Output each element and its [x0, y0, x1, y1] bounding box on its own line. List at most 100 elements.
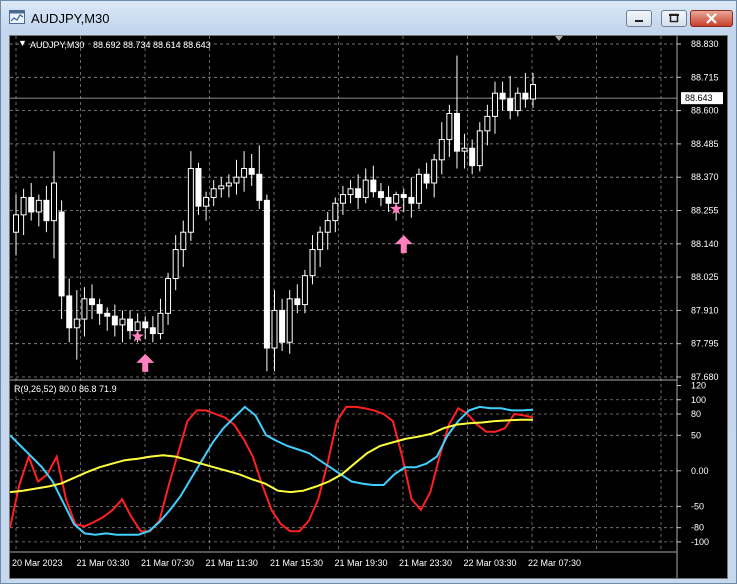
candle-body: [279, 309, 286, 343]
minimize-button[interactable]: [626, 10, 652, 27]
price-tick-label: 88.370: [691, 172, 719, 182]
candle-body: [111, 315, 118, 326]
symbol-label: AUDJPY,M30: [30, 40, 84, 50]
candle-body: [66, 295, 73, 329]
close-icon: [706, 13, 717, 24]
maximize-button[interactable]: [661, 10, 687, 27]
candle-body: [400, 194, 407, 198]
candle-body: [81, 298, 88, 320]
candle-body: [142, 321, 149, 329]
indicator-tick-label: 0.00: [691, 466, 709, 476]
time-tick-label: 22 Mar 03:30: [464, 558, 517, 568]
price-tick-label: 88.485: [691, 139, 719, 149]
chart-area[interactable]: 88.830 88.715 88.600 88.485 88.370 88.255 88.1…: [9, 35, 728, 579]
candle-body: [317, 231, 324, 251]
candle-body: [339, 194, 346, 204]
indicator-tick-label: -80: [691, 523, 704, 533]
candle-body: [127, 318, 134, 332]
candle-body: [149, 327, 156, 335]
maximize-icon: [669, 13, 679, 23]
candle-body: [423, 173, 430, 184]
candle-body: [301, 275, 308, 306]
candle-body: [484, 115, 491, 132]
price-tick-label: 88.600: [691, 106, 719, 116]
indicator-line-slow: [9, 418, 533, 494]
time-tick-label: 21 Mar 07:30: [141, 558, 194, 568]
indicator-tick-label: 50: [691, 430, 701, 440]
ohlc-readout: 88.692 88.734 88.614 88.643: [93, 40, 211, 50]
time-tick-label: 21 Mar 23:30: [399, 558, 452, 568]
price-tick-label: 88.140: [691, 239, 719, 249]
candle-body: [233, 176, 240, 184]
indicator-tick-label: -50: [691, 501, 704, 511]
chart-dropdown-icon[interactable]: ▼: [18, 38, 27, 48]
candle-body: [51, 182, 58, 222]
minimize-icon: [635, 20, 643, 22]
candle-body: [499, 92, 506, 100]
candle-body: [324, 220, 331, 233]
title-bar[interactable]: AUDJPY,M30: [1, 1, 736, 35]
candle-body: [332, 202, 339, 222]
candle-body: [362, 179, 369, 198]
candle-body: [263, 199, 270, 349]
candle-body: [347, 188, 354, 196]
time-tick-label: 21 Mar 19:30: [335, 558, 388, 568]
candle-body: [119, 318, 126, 326]
price-tick-label: 88.025: [691, 272, 719, 282]
candle-body: [225, 182, 232, 187]
price-tick-label: 88.830: [691, 39, 719, 49]
candle-body: [157, 312, 164, 335]
candle-body: [431, 159, 438, 184]
candle-body: [370, 179, 377, 193]
candle-body: [28, 196, 35, 213]
candle-body: [507, 98, 514, 112]
candle-body: [172, 249, 179, 280]
candle-body: [20, 196, 27, 216]
candle-body: [271, 309, 278, 349]
time-tick-label: 20 Mar 2023: [12, 558, 63, 568]
candle-body: [218, 185, 225, 190]
candle-body: [134, 321, 141, 332]
candle-body: [514, 92, 521, 112]
candle-body: [476, 130, 483, 167]
time-tick-label: 21 Mar 11:30: [206, 558, 258, 568]
candle-body: [210, 188, 217, 198]
candle-body: [58, 211, 65, 297]
chart-window-icon: [9, 10, 25, 24]
candle-body: [13, 214, 19, 233]
indicator-tick-label: 100: [691, 395, 706, 405]
candle-body: [73, 318, 80, 329]
candle-body: [415, 173, 422, 204]
candle-body: [408, 196, 415, 204]
candle-body: [35, 199, 42, 213]
candle-body: [461, 147, 468, 152]
candle-body: [446, 112, 453, 141]
price-tick-label: 88.715: [691, 72, 719, 82]
candle-body: [385, 196, 392, 204]
candle-body: [187, 168, 194, 233]
candle-body: [355, 188, 362, 198]
candle-body: [309, 249, 316, 277]
time-tick-label: 22 Mar 07:30: [528, 558, 581, 568]
candle-body: [438, 139, 445, 161]
price-chart[interactable]: 88.830 88.715 88.600 88.485 88.370 88.255 88.1…: [9, 36, 727, 578]
chart-window: AUDJPY,M30 88.830 88.715 88.600 88.485 88.37…: [0, 0, 737, 584]
buy-arrow-icon: [394, 235, 413, 254]
current-price-label: 88.643: [685, 93, 713, 103]
candle-body: [241, 168, 248, 178]
time-tick-label: 21 Mar 03:30: [77, 558, 130, 568]
candle-body: [89, 298, 96, 306]
candle-body: [256, 173, 263, 201]
candle-body: [522, 92, 529, 100]
indicator-tick-label: 80: [691, 409, 701, 419]
window-title: AUDJPY,M30: [31, 11, 110, 26]
candle-body: [377, 191, 384, 198]
time-tick-label: 21 Mar 15:30: [270, 558, 323, 568]
candle-body: [180, 231, 187, 251]
price-tick-label: 87.795: [691, 339, 719, 349]
close-button[interactable]: [690, 10, 733, 27]
chart-shift-marker[interactable]: [555, 36, 563, 41]
indicator-label: R(9,26,52) 80.0 86.8 71.9: [14, 384, 117, 394]
candle-body: [248, 168, 255, 175]
candle-body: [43, 199, 50, 222]
